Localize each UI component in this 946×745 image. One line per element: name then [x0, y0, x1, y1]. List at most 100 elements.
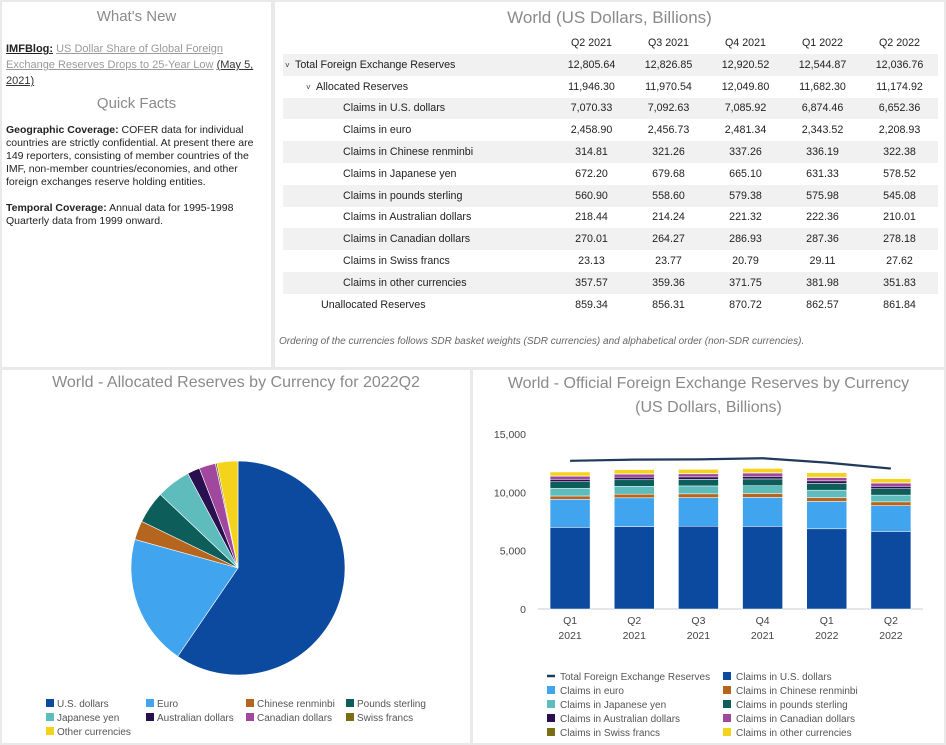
- bar-segment[interactable]: [549, 471, 591, 477]
- x-tick-label: Q3: [691, 615, 705, 627]
- row-label-cell: Claims in Japanese yen: [283, 163, 553, 185]
- legend-label: Claims in Chinese renminbi: [736, 686, 858, 697]
- bar-segment[interactable]: [806, 528, 847, 610]
- bar-segment[interactable]: [870, 486, 912, 489]
- value-cell: 210.01: [883, 211, 916, 224]
- row-label-cell: Claims in Swiss francs: [283, 250, 553, 272]
- row-label-cell: Unallocated Reserves: [283, 294, 553, 316]
- bar-segment[interactable]: [549, 499, 591, 528]
- legend-label: Claims in pounds sterling: [736, 700, 848, 711]
- column-header: Q3 2021: [647, 37, 689, 49]
- bar-segment[interactable]: [614, 473, 655, 478]
- value-cell: 27.62: [886, 255, 913, 268]
- row-label-cell: Claims in pounds sterling: [283, 184, 553, 207]
- legend-swatch: [146, 699, 154, 707]
- value-cell: 679.68: [652, 167, 685, 180]
- x-tick-label: 2021: [623, 630, 647, 642]
- bar-segment[interactable]: [806, 489, 847, 498]
- legend-label: Claims in Australian dollars: [560, 714, 680, 725]
- legend-swatch: [246, 699, 254, 707]
- bar-segment[interactable]: [678, 479, 719, 487]
- value-cell: 578.52: [883, 167, 916, 180]
- bar-segment[interactable]: [614, 476, 655, 481]
- row-label: Claims in euro: [343, 124, 412, 137]
- bar-segment[interactable]: [806, 477, 847, 482]
- bar-segment[interactable]: [870, 531, 912, 610]
- bar-segment[interactable]: [870, 501, 912, 506]
- bar-segment[interactable]: [806, 497, 847, 502]
- value-cell: 665.10: [729, 167, 762, 180]
- legend-label: Claims in other currencies: [736, 728, 852, 739]
- x-tick-label: 2021: [687, 630, 711, 642]
- bar-segment[interactable]: [678, 485, 719, 495]
- value-cell: 870.72: [729, 298, 762, 311]
- value-cell: 672.20: [575, 167, 608, 180]
- bar-segment[interactable]: [614, 469, 655, 475]
- bar-segment[interactable]: [742, 472, 783, 477]
- bar-segment[interactable]: [742, 485, 783, 494]
- bar-segment[interactable]: [806, 480, 847, 484]
- x-tick-label: Q1: [820, 615, 834, 627]
- legend-label: Pounds sterling: [357, 699, 426, 710]
- bar-segment[interactable]: [678, 476, 719, 480]
- temporal-coverage: Temporal Coverage: Annual data for 1995-…: [6, 202, 267, 228]
- x-tick-label: 2021: [751, 630, 775, 642]
- bar-segment[interactable]: [678, 469, 719, 474]
- row-label-cell: Claims in Chinese renminbi: [283, 141, 553, 163]
- collapse-chevron-icon[interactable]: ˅: [306, 83, 316, 92]
- value-cell: 23.77: [655, 255, 682, 268]
- bar-segment[interactable]: [614, 493, 655, 499]
- value-cell: 861.84: [883, 298, 916, 311]
- bar-segment[interactable]: [806, 501, 847, 530]
- bar-segment[interactable]: [549, 495, 591, 500]
- collapse-chevron-icon[interactable]: ˅: [285, 61, 295, 70]
- bar-segment[interactable]: [678, 497, 719, 527]
- value-cell: 12,049.80: [721, 80, 770, 93]
- bar-segment[interactable]: [549, 475, 591, 480]
- bar-segment[interactable]: [742, 526, 783, 610]
- value-cell: 214.24: [652, 211, 685, 224]
- bar-segment[interactable]: [742, 476, 783, 480]
- bar-segment[interactable]: [549, 527, 591, 610]
- bar-segment[interactable]: [614, 479, 655, 487]
- value-cell: 12,036.76: [861, 54, 938, 76]
- x-tick-label: 2022: [879, 630, 903, 642]
- bar-segment[interactable]: [614, 526, 655, 610]
- value-cell: 856.31: [652, 298, 685, 311]
- row-label-cell[interactable]: ˅ Allocated Reserves: [283, 76, 553, 98]
- legend-swatch: [46, 713, 54, 721]
- value-cell: 579.38: [707, 184, 784, 207]
- bar-segment[interactable]: [614, 486, 655, 495]
- bar-segment[interactable]: [549, 479, 591, 483]
- value-cell: 337.26: [707, 141, 784, 163]
- bar-segment[interactable]: [870, 488, 912, 496]
- bar-segment[interactable]: [549, 488, 591, 497]
- bar-segment[interactable]: [742, 493, 783, 498]
- total-reserves-line[interactable]: [570, 457, 892, 470]
- legend-label: Claims in euro: [560, 686, 624, 697]
- row-label-cell[interactable]: ˅ Total Foreign Exchange Reserves: [283, 54, 553, 76]
- row-label-cell: Claims in U.S. dollars: [283, 97, 553, 120]
- bar-segment[interactable]: [870, 494, 912, 503]
- row-label: Allocated Reserves: [316, 80, 409, 93]
- bar-segment[interactable]: [806, 472, 847, 478]
- value-cell: 270.01: [553, 228, 630, 251]
- legend-swatch: [547, 686, 555, 694]
- bar-segment[interactable]: [549, 481, 591, 489]
- legend-label: Chinese renminbi: [257, 699, 335, 710]
- bar-segment[interactable]: [678, 493, 719, 498]
- bar-segment[interactable]: [742, 497, 783, 527]
- legend-label: Claims in U.S. dollars: [736, 672, 832, 683]
- bar-segment[interactable]: [870, 478, 912, 483]
- value-cell: 221.32: [729, 211, 762, 224]
- bar-segment[interactable]: [806, 483, 847, 491]
- bar-segment[interactable]: [678, 526, 719, 610]
- legend-label: Canadian dollars: [257, 713, 332, 724]
- value-cell: 12,826.85: [630, 54, 707, 76]
- bar-segment[interactable]: [870, 505, 912, 532]
- bar-segment[interactable]: [614, 497, 655, 527]
- bar-segment[interactable]: [870, 482, 912, 487]
- bar-segment[interactable]: [742, 468, 783, 474]
- bar-segment[interactable]: [742, 478, 783, 486]
- bar-segment[interactable]: [678, 473, 719, 478]
